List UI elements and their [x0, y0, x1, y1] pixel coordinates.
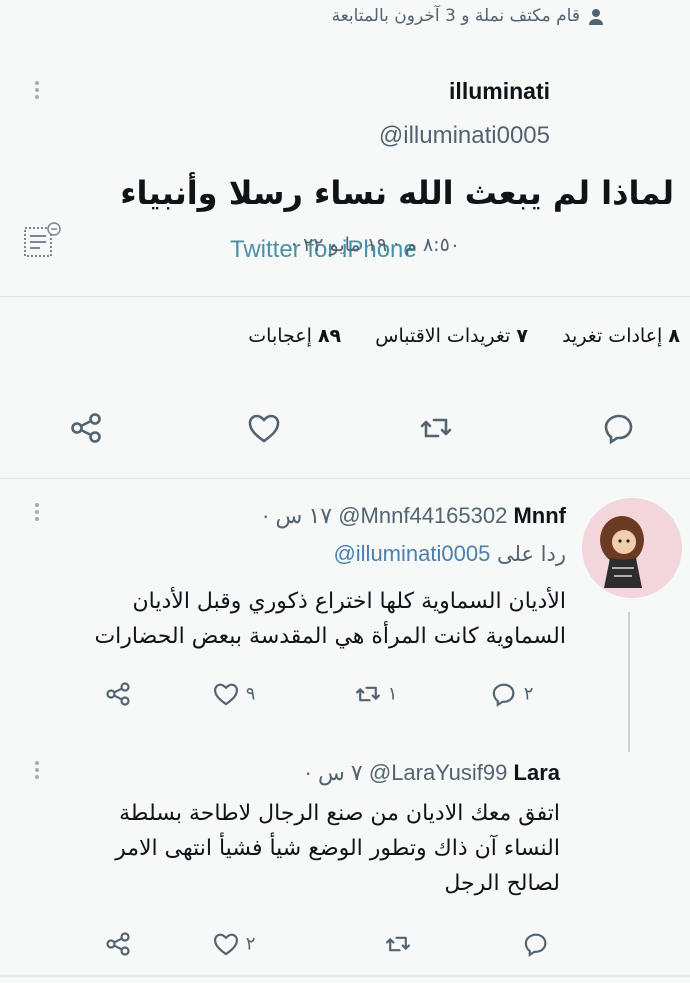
reply-icon [524, 933, 547, 957]
retweet-icon [356, 686, 380, 702]
divider [0, 296, 690, 297]
followed-by-text[interactable]: قام مكتف نملة و 3 آخرون بالمتابعة [332, 6, 580, 26]
tweet-text: لماذا لم يبعث الله نساء رسلا وأنبياء [120, 174, 674, 212]
like-count: ٩ [245, 683, 256, 705]
thread-line [628, 612, 630, 752]
reply-to-label: ردا على [497, 542, 566, 566]
share-icon[interactable] [68, 410, 104, 446]
share-button[interactable] [104, 930, 132, 960]
reply-icon [492, 683, 515, 707]
divider [0, 478, 690, 479]
quotes-label[interactable]: تغريدات الاقتباس [375, 325, 510, 347]
person-icon [588, 8, 604, 26]
tweet-stats: ٨ إعادات تغريد ٧ تغريدات الاقتباس ٨٩ إعج… [248, 325, 680, 347]
reply-count: ٢ [523, 683, 534, 705]
reply-text-line: اتفق معك الاديان من صنع الرجال لاطاحة بس… [119, 801, 560, 826]
reply-handle[interactable]: @Mnnf44165302 [338, 503, 507, 528]
more-icon[interactable] [34, 758, 40, 782]
reply-button[interactable] [522, 930, 550, 960]
reply-text: الأديان السماوية كلها اختراع ذكوري وقبل … [94, 584, 566, 654]
retweet-button[interactable]: ١ [354, 680, 397, 710]
reply-to: @illuminati0005 ردا على [333, 541, 566, 567]
reply-text: اتفق معك الاديان من صنع الرجال لاطاحة بس… [115, 796, 560, 901]
reply-time[interactable]: · ١٧ س [262, 503, 332, 528]
author-handle[interactable]: @illuminati0005 [379, 122, 550, 150]
reply-text-line: لصالح الرجل [444, 871, 560, 896]
like-icon [214, 683, 238, 706]
like-button[interactable]: ٩ [212, 680, 255, 710]
share-icon [106, 682, 130, 706]
retweet-count: ١ [387, 683, 398, 705]
reply-button[interactable]: ٢ [490, 680, 533, 710]
share-button[interactable] [104, 680, 132, 710]
retweet-button[interactable] [384, 930, 412, 960]
reply-author[interactable]: Lara [514, 760, 560, 785]
reply-text-line: الأديان السماوية كلها اختراع ذكوري وقبل … [132, 589, 567, 614]
retweets-count[interactable]: ٨ [668, 325, 680, 347]
reply-to-handle[interactable]: @illuminati0005 [333, 541, 490, 566]
likes-label[interactable]: إعجابات [248, 325, 312, 347]
like-button[interactable]: ٢ [212, 930, 255, 960]
share-icon [106, 932, 130, 956]
quotes-count[interactable]: ٧ [516, 325, 528, 347]
retweets-label[interactable]: إعادات تغريد [562, 325, 662, 347]
reply-handle[interactable]: @LaraYusif99 [369, 760, 508, 785]
reply-header: · ٧ س @LaraYusif99 Lara [304, 760, 560, 786]
like-icon [214, 933, 238, 956]
likes-count[interactable]: ٨٩ [318, 325, 341, 347]
reply-time[interactable]: · ٧ س [304, 760, 362, 785]
more-icon[interactable] [34, 78, 40, 102]
retweet-icon[interactable] [418, 410, 454, 446]
tweet-datetime[interactable]: ٨:٥٠ م · ١٩ مايو ٢٢ · [291, 234, 460, 256]
author-name[interactable]: illuminati [449, 78, 550, 105]
divider [0, 975, 690, 977]
note-icon[interactable] [22, 220, 62, 260]
retweet-icon [386, 936, 410, 952]
reply-text-line: السماوية كانت المرأة هي المقدسة ببعض الح… [94, 624, 566, 649]
like-icon[interactable] [246, 410, 282, 446]
avatar[interactable] [582, 498, 682, 598]
more-icon[interactable] [34, 500, 40, 524]
reply-author[interactable]: Mnnf [513, 503, 566, 528]
reply-text-line: النساء آن ذاك وتطور الوضع شيأ فشيأ انتهى… [115, 836, 560, 861]
reply-icon[interactable] [601, 410, 637, 446]
like-count: ٢ [245, 933, 256, 955]
reply-header: · ١٧ س @Mnnf44165302 Mnnf [262, 503, 566, 529]
